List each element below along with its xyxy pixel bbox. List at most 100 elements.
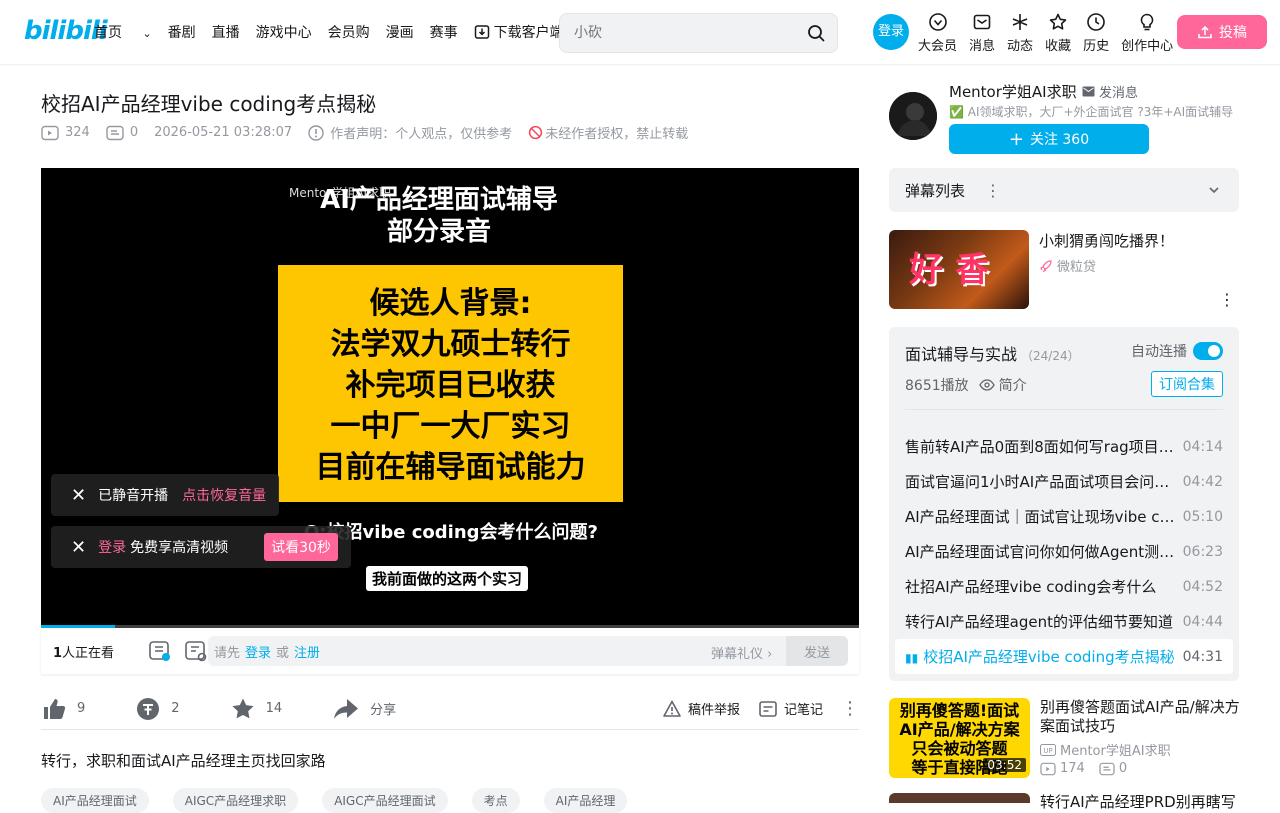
uploader-name[interactable]: Mentor学姐AI求职 <box>949 81 1077 102</box>
more-icon[interactable]: ⋮ <box>985 181 1001 200</box>
video-meta: 324 0 2026-05-21 03:28:07 作者声明：个人观点，仅供参考… <box>41 123 704 142</box>
episode-item[interactable]: AI产品经理面试｜面试官让现场vibe co… 05:10 <box>895 499 1233 534</box>
send-message-link[interactable]: 发消息 <box>1082 82 1138 101</box>
recommend-thumbnail: 别再傻答题!面试 AI产品/解决方案 只会被动答题 等于直接陪跑 03:52 <box>889 698 1030 778</box>
wind-icon <box>1012 14 1028 30</box>
messages-entry[interactable]: 消息 <box>969 12 995 54</box>
danmaku-list-header[interactable]: 弹幕列表 ⋮ <box>889 168 1239 212</box>
report-button[interactable]: 稿件举报 <box>662 699 740 719</box>
coin-button[interactable]: 2 <box>135 696 180 722</box>
register-link[interactable]: 注册 <box>294 642 320 661</box>
recommend-title[interactable]: 别再傻答题面试AI产品/解决方案面试技巧 <box>1040 698 1240 736</box>
warning-icon <box>663 700 681 717</box>
nav-anime[interactable]: 番剧 <box>168 22 196 42</box>
uploader-avatar[interactable] <box>889 92 937 140</box>
episode-item-active[interactable]: ▮▮ 校招AI产品经理vibe coding考点揭秘 04:31 <box>895 639 1233 674</box>
tag[interactable]: AI产品经理面试 <box>41 788 149 813</box>
rocket-icon <box>1040 259 1052 272</box>
series-plays: 8651播放 <box>905 378 969 394</box>
autoplay-control: 自动连播 <box>1131 341 1223 361</box>
login-link[interactable]: 登录 <box>245 642 271 661</box>
nav-game-center[interactable]: 游戏中心 <box>256 22 312 42</box>
mail-icon <box>1082 86 1095 97</box>
tag[interactable]: 考点 <box>471 788 520 813</box>
creator-center-entry[interactable]: 创作中心 <box>1121 12 1173 54</box>
episode-item[interactable]: 面试官逼问1小时AI产品面试项目会问… 04:42 <box>895 464 1233 499</box>
eye-icon <box>978 379 995 391</box>
close-icon[interactable]: ✕ <box>71 537 86 558</box>
publish-date: 2026-05-21 03:28:07 <box>154 125 293 140</box>
recommend-stats: 174 0 <box>1040 761 1127 776</box>
more-icon[interactable]: ⋮ <box>841 698 859 719</box>
info-icon <box>308 124 324 141</box>
close-icon[interactable]: ✕ <box>71 485 86 506</box>
uploader-description: ✅ AI领域求职，大厂+外企面试官 ?3年+AI面试辅导 <box>949 105 1234 119</box>
vip-entry[interactable]: 大会员 <box>918 12 957 54</box>
episode-item[interactable]: AI产品经理面试官问你如何做Agent测… 06:23 <box>895 534 1233 569</box>
subscribe-series-button[interactable]: 订阅合集 <box>1151 371 1223 397</box>
nav-manga[interactable]: 漫画 <box>386 22 414 42</box>
nav-mall[interactable]: 会员购 <box>328 22 370 42</box>
author-statement: 作者声明：个人观点，仅供参考 <box>308 123 512 142</box>
search-input[interactable] <box>574 24 794 40</box>
chevron-down-icon: ⌄ <box>142 27 152 40</box>
series-meta: 8651播放 简介 <box>905 375 1027 395</box>
upload-button[interactable]: 投稿 <box>1177 15 1267 49</box>
download-icon <box>474 25 489 39</box>
share-button[interactable]: 分享 <box>332 696 396 722</box>
recommend-uploader[interactable]: UP Mentor学姐AI求职 <box>1040 740 1171 759</box>
video-actions: 9 2 14 分享 稿件举报 记笔记 ⋮ <box>41 688 859 730</box>
episode-item[interactable]: 转行AI产品经理agent的评估细节要知道 04:44 <box>895 604 1233 639</box>
danmaku-etiquette-link[interactable]: 弹幕礼仪 › <box>711 643 772 662</box>
danmaku-icon <box>106 125 124 140</box>
nav-esports[interactable]: 赛事 <box>430 22 458 42</box>
tag-list: AI产品经理面试 AIGC产品经理求职 AIGC产品经理面试 考点 AI产品经理 <box>41 788 628 813</box>
playing-bars-icon: ▮▮ <box>905 651 919 665</box>
more-icon[interactable]: ⋮ <box>1219 290 1235 309</box>
send-button[interactable]: 发送 <box>786 636 848 666</box>
series-panel: 面试辅导与实战 （24/24） 自动连播 8651播放 简介 订阅合集 售前转AI… <box>889 327 1239 681</box>
follow-button[interactable]: + 关注 360 <box>949 124 1149 154</box>
ad-title[interactable]: 小刺猬勇闯吃播界！ <box>1039 230 1174 251</box>
favorites-entry[interactable]: 收藏 <box>1045 12 1071 54</box>
play-count-icon <box>41 125 59 140</box>
nav-live[interactable]: 直播 <box>212 22 240 42</box>
nav-home[interactable]: 首页 ⌄ <box>94 22 152 42</box>
user-menu: 大会员 消息 动态 收藏 历史 创作中心 <box>918 12 1185 54</box>
series-intro[interactable]: 简介 <box>978 375 1027 395</box>
autoplay-toggle[interactable] <box>1193 342 1223 360</box>
recommend-card[interactable]: 转行AI产品经理PRD别再瞎写 <box>889 793 1239 811</box>
tag[interactable]: AI产品经理 <box>543 788 628 813</box>
danmaku-settings-icon[interactable] <box>184 639 208 663</box>
series-title[interactable]: 面试辅导与实战 （24/24） <box>905 341 1080 365</box>
note-button[interactable]: 记笔记 <box>758 699 823 719</box>
tag[interactable]: AIGC产品经理求职 <box>172 788 299 813</box>
history-entry[interactable]: 历史 <box>1083 12 1109 54</box>
video-player[interactable]: Mentor学姐AI求职 AI产品经理面试辅导 部分录音 候选人背景: 法学双九… <box>41 168 859 628</box>
episode-item[interactable]: 社招AI产品经理vibe coding会考什么 04:52 <box>895 569 1233 604</box>
dynamics-entry[interactable]: 动态 <box>1007 12 1033 54</box>
search-icon[interactable] <box>807 24 825 42</box>
danmaku-icon <box>1099 762 1115 775</box>
login-link[interactable]: 登录 <box>98 537 126 557</box>
favorite-button[interactable]: 14 <box>230 696 282 722</box>
duration-badge: 03:52 <box>983 758 1026 772</box>
share-icon <box>334 698 359 719</box>
views-count: 324 <box>41 125 90 141</box>
vip-icon <box>928 13 947 31</box>
recommend-title[interactable]: 转行AI产品经理PRD别再瞎写 <box>1040 791 1236 812</box>
danmaku-toggle-icon[interactable] <box>148 639 172 663</box>
login-avatar[interactable]: 登录 <box>873 14 909 50</box>
ad-card[interactable]: 好 香 小刺猬勇闯吃播界！ 微粒贷 ⋮ <box>889 230 1239 310</box>
tag[interactable]: AIGC产品经理面试 <box>322 788 448 813</box>
trial-button[interactable]: 试看30秒 <box>264 533 338 561</box>
episode-item[interactable]: 售前转AI产品0面到8面如何写rag项目P… 04:14 <box>895 429 1233 464</box>
recommend-card[interactable]: 别再傻答题!面试 AI产品/解决方案 只会被动答题 等于直接陪跑 03:52 别… <box>889 698 1240 778</box>
secondary-actions: 稿件举报 记笔记 ⋮ <box>662 698 859 719</box>
restore-volume-link[interactable]: 点击恢复音量 <box>182 485 266 505</box>
divider <box>905 409 1223 410</box>
clock-icon <box>1087 13 1105 31</box>
like-button[interactable]: 9 <box>41 696 85 722</box>
danmaku-input[interactable]: 请先 登录 或 注册 弹幕礼仪 › 发送 <box>208 636 848 666</box>
note-icon <box>759 700 777 717</box>
